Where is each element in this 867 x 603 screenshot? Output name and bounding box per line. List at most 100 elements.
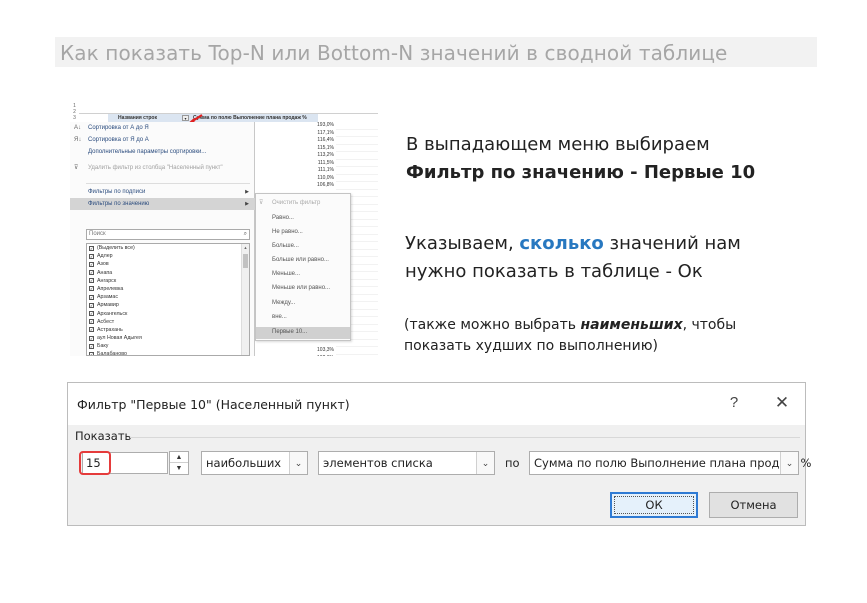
ok-button[interactable]: ОК bbox=[610, 492, 698, 518]
list-item[interactable]: ✓ Астрахань bbox=[87, 326, 249, 334]
list-item[interactable]: ✓ Анапа bbox=[87, 269, 249, 277]
checkbox-checked-icon[interactable]: ✓ bbox=[89, 302, 94, 308]
close-icon[interactable]: ✕ bbox=[771, 392, 793, 414]
list-item[interactable]: ✓ Армавир bbox=[87, 301, 249, 309]
value-filters-submenu: ⊽ Очистить фильтр Равно... Не равно... Больш… bbox=[255, 193, 351, 341]
group-divider bbox=[130, 437, 800, 438]
sort-icon: Я↓ bbox=[74, 137, 82, 143]
chevron-down-icon[interactable]: ⌄ bbox=[780, 452, 798, 474]
list-item[interactable]: ✓ Адлер bbox=[87, 252, 249, 260]
list-item-label: Арзамас bbox=[97, 294, 119, 301]
help-icon[interactable]: ? bbox=[724, 393, 744, 413]
submenu-item[interactable]: ⊽ Очистить фильтр bbox=[256, 198, 350, 210]
checkbox-checked-icon[interactable]: ✓ bbox=[89, 286, 94, 292]
text-part: значений нам bbox=[603, 233, 741, 254]
values-checklist[interactable]: ✓ (Выделить все) ✓ Адлер ✓ Азов ✓ Анапа ✓ Ангарск… bbox=[86, 243, 250, 356]
pivot-header-row: Названия строк ▾ Сумма по полю Выполнени… bbox=[80, 114, 378, 125]
instruction-line-2: Указываем, сколько значений нам bbox=[405, 233, 741, 254]
value-cell: 110,0% bbox=[317, 174, 334, 181]
slide-title-bar: Как показать Top-N или Bottom-N значений… bbox=[55, 37, 817, 67]
dialog-title: Фильтр "Первые 10" (Населенный пункт) bbox=[77, 397, 350, 412]
list-item[interactable]: ✓ аул Новая Адыгея bbox=[87, 334, 249, 342]
value-cell: 115,1% bbox=[317, 144, 334, 151]
list-item[interactable]: ✓ Ангарск bbox=[87, 277, 249, 285]
submenu-item-label: Не равно... bbox=[272, 229, 303, 235]
menu-item[interactable]: Фильтры по подписи ▶ bbox=[70, 186, 255, 198]
list-item-label: Азов bbox=[97, 261, 109, 268]
checkbox-checked-icon[interactable]: ✓ bbox=[89, 294, 94, 300]
chevron-right-icon: ▶ bbox=[245, 189, 249, 195]
search-icon: ⌕ bbox=[243, 231, 247, 237]
chevron-down-icon[interactable]: ⌄ bbox=[476, 452, 494, 474]
row-number: 3 bbox=[73, 115, 76, 121]
list-item[interactable]: ✓ Арзамас bbox=[87, 293, 249, 301]
top-bottom-select[interactable]: наибольших ⌄ bbox=[201, 451, 308, 475]
checkbox-checked-icon[interactable]: ✓ bbox=[89, 351, 94, 355]
checkbox-checked-icon[interactable]: ✓ bbox=[89, 335, 94, 341]
menu-item[interactable]: Фильтры по значению ▶ bbox=[70, 198, 255, 210]
submenu-item[interactable]: вне... bbox=[256, 312, 350, 324]
list-item[interactable]: ✓ Асбест bbox=[87, 318, 249, 326]
top10-filter-dialog: Фильтр "Первые 10" (Населенный пункт) ? … bbox=[67, 382, 811, 526]
list-item[interactable]: ✓ Архангельск bbox=[87, 310, 249, 318]
submenu-item[interactable]: Равно... bbox=[256, 213, 350, 225]
submenu-item[interactable]: Не равно... bbox=[256, 227, 350, 239]
menu-item[interactable]: А↓ Сортировка от А до Я bbox=[70, 122, 255, 134]
checkbox-checked-icon[interactable]: ✓ bbox=[89, 278, 94, 284]
submenu-item-label: Меньше или равно... bbox=[272, 285, 331, 291]
spin-down-icon[interactable]: ▼ bbox=[170, 463, 188, 474]
cancel-button[interactable]: Отмена bbox=[709, 492, 798, 518]
value-cell: 111,1% bbox=[317, 167, 334, 173]
submenu-item[interactable]: Меньше... bbox=[256, 269, 350, 281]
text-part: , чтобы bbox=[682, 317, 737, 333]
checkbox-checked-icon[interactable]: ✓ bbox=[89, 327, 94, 333]
text-part: Указываем, bbox=[405, 233, 520, 254]
search-input[interactable]: Поиск ⌕ bbox=[86, 229, 250, 240]
submenu-item[interactable]: Меньше или равно... bbox=[256, 283, 350, 295]
count-spinner[interactable]: ▲ ▼ bbox=[169, 451, 189, 475]
value-field-select[interactable]: Сумма по полю Выполнение плана продаж % … bbox=[529, 451, 811, 475]
submenu-item[interactable]: Больше... bbox=[256, 241, 350, 253]
list-scrollbar[interactable]: ▲ bbox=[241, 244, 249, 355]
value-cell: 117,1% bbox=[317, 129, 334, 136]
submenu-item[interactable]: Первые 10... bbox=[256, 327, 350, 339]
items-type-select[interactable]: элементов списка ⌄ bbox=[318, 451, 495, 475]
clear-filter-icon: ⊽ bbox=[259, 200, 264, 206]
items-type-value: элементов списка bbox=[323, 456, 433, 470]
checkbox-checked-icon[interactable]: ✓ bbox=[89, 261, 94, 267]
spin-up-icon[interactable]: ▲ bbox=[170, 452, 188, 463]
menu-item-label: Удалить фильтр из столбца "Населенный пу… bbox=[88, 165, 223, 171]
menu-item-label: Дополнительные параметры сортировки... bbox=[88, 149, 207, 155]
menu-item[interactable]: Дополнительные параметры сортировки... bbox=[70, 146, 255, 158]
sort-icon: ⊽ bbox=[74, 165, 79, 171]
submenu-item-label: вне... bbox=[272, 314, 287, 320]
menu-item-label: Сортировка от Я до А bbox=[88, 137, 149, 143]
checkbox-checked-icon[interactable]: ✓ bbox=[89, 343, 94, 349]
list-item[interactable]: ✓ Апрелевка bbox=[87, 285, 249, 293]
list-item-label: аул Новая Адыгея bbox=[97, 335, 142, 342]
dialog-titlebar: Фильтр "Первые 10" (Населенный пункт) ? … bbox=[68, 383, 805, 425]
list-item[interactable]: ✓ Баку bbox=[87, 342, 249, 350]
note-line-2: показать худших по выполнению) bbox=[404, 338, 658, 354]
checkbox-checked-icon[interactable]: ✓ bbox=[89, 311, 94, 316]
list-item[interactable]: ✓ (Выделить все) bbox=[87, 244, 249, 252]
chevron-down-icon[interactable]: ⌄ bbox=[289, 452, 307, 474]
submenu-item[interactable]: Больше или равно... bbox=[256, 255, 350, 267]
excel-screenshot: 1 2 3 Названия строк ▾ Сумма по полю Вып… bbox=[70, 103, 378, 356]
instruction-line-2b: нужно показать в таблице - Ок bbox=[405, 261, 703, 282]
submenu-item[interactable]: Между... bbox=[256, 298, 350, 310]
note-line-1: (также можно выбрать наименьших, чтобы bbox=[404, 317, 736, 333]
menu-item[interactable]: Я↓ Сортировка от Я до А bbox=[70, 134, 255, 146]
checkbox-checked-icon[interactable]: ✓ bbox=[89, 253, 94, 259]
menu-item[interactable]: ⊽ Удалить фильтр из столбца "Населенный п… bbox=[70, 162, 255, 174]
submenu-item-label: Первые 10... bbox=[272, 329, 308, 335]
list-item[interactable]: ✓ Балабаново bbox=[87, 350, 249, 355]
checkbox-checked-icon[interactable]: ✓ bbox=[89, 245, 94, 251]
list-item[interactable]: ✓ Азов bbox=[87, 260, 249, 268]
checkbox-checked-icon[interactable]: ✓ bbox=[89, 319, 94, 325]
scroll-up-icon[interactable]: ▲ bbox=[242, 244, 249, 251]
filter-dropdown-menu: А↓ Сортировка от А до Я Я↓ Сортировка от Я … bbox=[70, 122, 255, 356]
scroll-thumb[interactable] bbox=[243, 254, 248, 268]
checkbox-checked-icon[interactable]: ✓ bbox=[89, 270, 94, 276]
emphasis-word: наименьших bbox=[580, 317, 683, 333]
